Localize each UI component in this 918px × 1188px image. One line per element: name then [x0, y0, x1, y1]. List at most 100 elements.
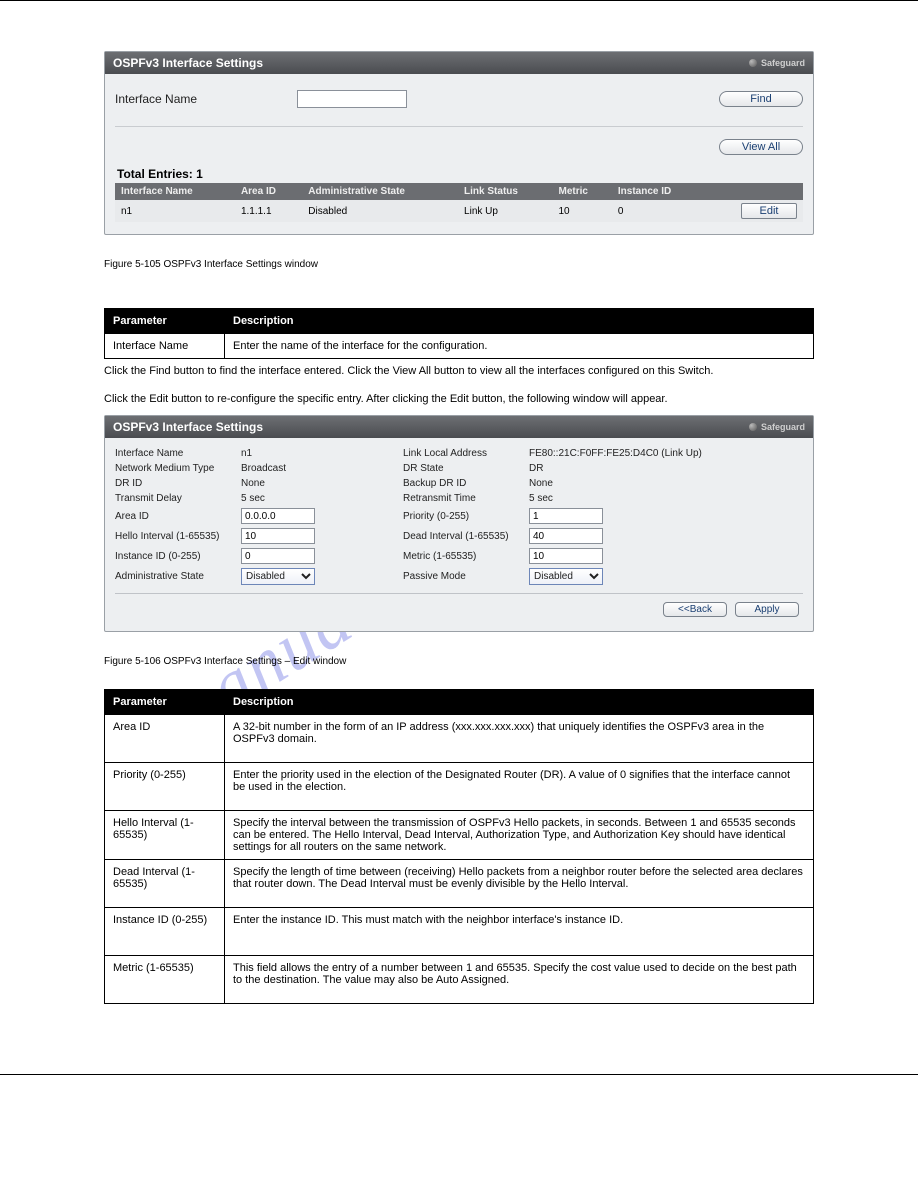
col-metric: Metric: [552, 183, 611, 200]
param-name: Hello Interval (1-65535): [105, 811, 225, 860]
panel-header: OSPFv3 Interface Settings Safeguard: [105, 416, 813, 438]
lbl-hello-interval: Hello Interval (1-65535): [115, 531, 235, 542]
safeguard-label: Safeguard: [761, 58, 805, 68]
cell-instance-id: 0: [612, 200, 706, 222]
shield-dot-icon: [749, 59, 757, 67]
cell-metric: 10: [552, 200, 611, 222]
lbl-priority: Priority (0-255): [403, 511, 523, 522]
find-button[interactable]: Find: [719, 91, 803, 107]
panel-ospfv3-edit: OSPFv3 Interface Settings Safeguard Inte…: [104, 415, 814, 632]
back-button[interactable]: <<Back: [663, 602, 727, 617]
val-transmit-delay: 5 sec: [241, 493, 361, 504]
param-name: Dead Interval (1-65535): [105, 860, 225, 908]
intertext-find-viewall: Click the Find button to find the interf…: [104, 359, 814, 387]
lbl-area-id: Area ID: [115, 511, 235, 522]
param-name: Interface Name: [105, 334, 225, 359]
param-row: Hello Interval (1-65535)Specify the inte…: [105, 811, 814, 860]
shield-dot-icon: [749, 423, 757, 431]
val-dr-id: None: [241, 478, 361, 489]
admin-state-select[interactable]: Disabled: [241, 568, 315, 585]
val-retransmit-time: 5 sec: [529, 493, 689, 504]
val-dr-state: DR: [529, 463, 689, 474]
intertext-1: [104, 280, 814, 296]
col-description: Description: [225, 690, 814, 715]
panel-ospfv3-list: OSPFv3 Interface Settings Safeguard Inte…: [104, 51, 814, 235]
safeguard-label: Safeguard: [761, 422, 805, 432]
lbl-interface-name: Interface Name: [115, 448, 235, 459]
val-backup-dr-id: None: [529, 478, 689, 489]
metric-input[interactable]: [529, 548, 603, 564]
lbl-instance-id: Instance ID (0-255): [115, 551, 235, 562]
lbl-link-local-address: Link Local Address: [403, 448, 523, 459]
param-desc: Specify the length of time between (rece…: [225, 860, 814, 908]
instance-id-input[interactable]: [241, 548, 315, 564]
param-row: Area IDA 32-bit number in the form of an…: [105, 715, 814, 763]
area-id-input[interactable]: [241, 508, 315, 524]
table-row: n1 1.1.1.1 Disabled Link Up 10 0 Edit: [115, 200, 803, 222]
lbl-backup-dr-id: Backup DR ID: [403, 478, 523, 489]
col-parameter: Parameter: [105, 309, 225, 334]
total-entries-label: Total Entries: 1: [115, 161, 803, 183]
parameters-table-1: Parameter Description Interface NameEnte…: [104, 308, 814, 359]
interface-name-label: Interface Name: [115, 92, 285, 106]
param-desc: Specify the interval between the transmi…: [225, 811, 814, 860]
lbl-dr-id: DR ID: [115, 478, 235, 489]
cell-admin-state: Disabled: [302, 200, 458, 222]
col-parameter: Parameter: [105, 690, 225, 715]
lbl-admin-state: Administrative State: [115, 571, 235, 582]
param-row: Interface NameEnter the name of the inte…: [105, 334, 814, 359]
val-interface-name: n1: [241, 448, 361, 459]
col-instance-id: Instance ID: [612, 183, 706, 200]
col-action: [706, 183, 803, 200]
dead-interval-input[interactable]: [529, 528, 603, 544]
panel-title: OSPFv3 Interface Settings: [113, 420, 263, 434]
col-admin-state: Administrative State: [302, 183, 458, 200]
param-name: Metric (1-65535): [105, 956, 225, 1004]
lbl-network-medium-type: Network Medium Type: [115, 463, 235, 474]
interfaces-table: Interface Name Area ID Administrative St…: [115, 183, 803, 222]
safeguard-badge: Safeguard: [749, 422, 805, 432]
col-area-id: Area ID: [235, 183, 302, 200]
divider: [115, 126, 803, 127]
lbl-passive-mode: Passive Mode: [403, 571, 523, 582]
safeguard-badge: Safeguard: [749, 58, 805, 68]
param-desc: Enter the name of the interface for the …: [225, 334, 814, 359]
col-link-status: Link Status: [458, 183, 552, 200]
param-row: Priority (0-255)Enter the priority used …: [105, 763, 814, 811]
passive-mode-select[interactable]: Disabled: [529, 568, 603, 585]
figure-caption-2: Figure 5-106 OSPFv3 Interface Settings –…: [104, 652, 814, 667]
panel-title: OSPFv3 Interface Settings: [113, 56, 263, 70]
intertext-edit: Click the Edit button to re-configure th…: [104, 387, 814, 415]
param-desc: Enter the instance ID. This must match w…: [225, 908, 814, 956]
col-interface-name: Interface Name: [115, 183, 235, 200]
cell-link-status: Link Up: [458, 200, 552, 222]
param-name: Instance ID (0-255): [105, 908, 225, 956]
lbl-dead-interval: Dead Interval (1-65535): [403, 531, 523, 542]
val-link-local-address: FE80::21C:F0FF:FE25:D4C0 (Link Up): [529, 448, 689, 459]
panel-header: OSPFv3 Interface Settings Safeguard: [105, 52, 813, 74]
param-row: Instance ID (0-255)Enter the instance ID…: [105, 908, 814, 956]
cell-interface-name: n1: [115, 200, 235, 222]
lbl-dr-state: DR State: [403, 463, 523, 474]
lbl-retransmit-time: Retransmit Time: [403, 493, 523, 504]
view-all-button[interactable]: View All: [719, 139, 803, 155]
param-row: Dead Interval (1-65535)Specify the lengt…: [105, 860, 814, 908]
priority-input[interactable]: [529, 508, 603, 524]
val-network-medium-type: Broadcast: [241, 463, 361, 474]
param-name: Priority (0-255): [105, 763, 225, 811]
apply-button[interactable]: Apply: [735, 602, 799, 617]
edit-button[interactable]: Edit: [741, 203, 797, 219]
param-desc: This field allows the entry of a number …: [225, 956, 814, 1004]
col-description: Description: [225, 309, 814, 334]
cell-area-id: 1.1.1.1: [235, 200, 302, 222]
parameters-table-2: Parameter Description Area IDA 32-bit nu…: [104, 689, 814, 1004]
interface-name-input[interactable]: [297, 90, 407, 108]
param-row: Metric (1-65535)This field allows the en…: [105, 956, 814, 1004]
param-name: Area ID: [105, 715, 225, 763]
hello-interval-input[interactable]: [241, 528, 315, 544]
param-desc: A 32-bit number in the form of an IP add…: [225, 715, 814, 763]
lbl-metric: Metric (1-65535): [403, 551, 523, 562]
param-desc: Enter the priority used in the election …: [225, 763, 814, 811]
lbl-transmit-delay: Transmit Delay: [115, 493, 235, 504]
figure-caption-1: Figure 5-105 OSPFv3 Interface Settings w…: [104, 255, 814, 270]
